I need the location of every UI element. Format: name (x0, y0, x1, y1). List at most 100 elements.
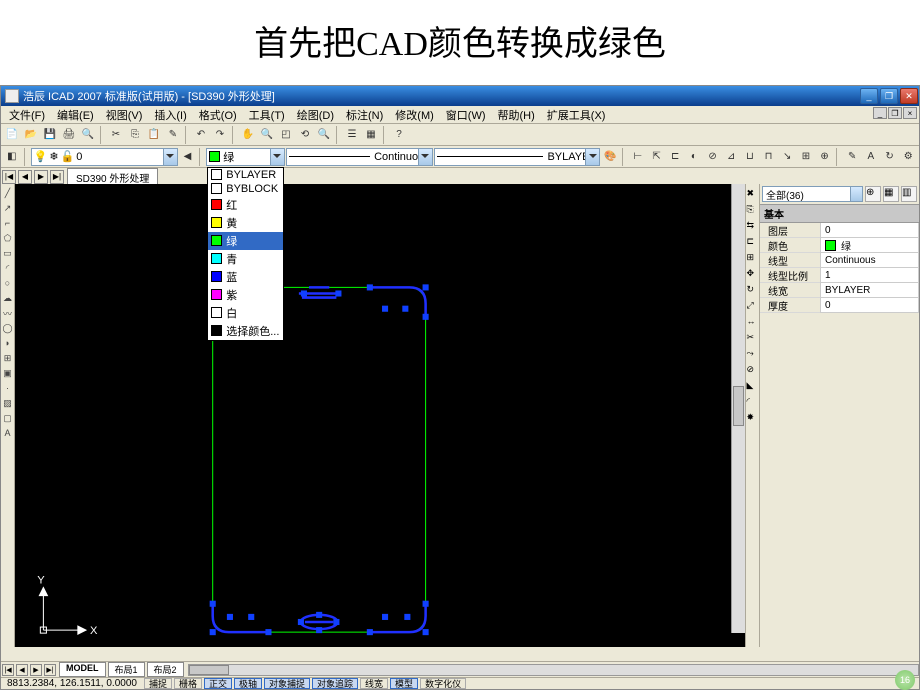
save-button[interactable]: 💾 (41, 126, 59, 144)
drawing-canvas[interactable]: X Y (15, 184, 745, 647)
mirror-button[interactable]: ⇆ (747, 220, 759, 234)
rotate-button[interactable]: ↻ (747, 284, 759, 298)
property-row[interactable]: 厚度0 (760, 298, 919, 313)
point-button[interactable]: · (2, 381, 14, 395)
color-dropdown[interactable]: 绿 BYLAYERBYBLOCK红黄绿青蓝紫白选择颜色... (206, 148, 284, 166)
print-button[interactable]: 🖨 (60, 126, 78, 144)
paste-button[interactable]: 📋 (145, 126, 163, 144)
offset-button[interactable]: ⊏ (747, 236, 759, 250)
color-option[interactable]: 紫 (208, 286, 282, 304)
chevron-down-icon[interactable] (270, 149, 284, 165)
property-value[interactable]: 绿 (820, 238, 919, 253)
chevron-down-icon[interactable] (418, 149, 432, 165)
zoom-button[interactable]: 🔍 (315, 126, 333, 144)
text-button[interactable]: A (2, 426, 14, 440)
maximize-button[interactable]: ❐ (880, 88, 898, 104)
color-option[interactable]: 绿 (208, 232, 282, 250)
dim-align-button[interactable]: ⇱ (648, 148, 666, 166)
chevron-down-icon[interactable] (585, 149, 599, 165)
xline-button[interactable]: ↗ (2, 201, 14, 215)
polygon-button[interactable]: ⬠ (2, 231, 14, 245)
color-option[interactable]: 黄 (208, 214, 282, 232)
vertical-scrollbar[interactable] (731, 184, 745, 633)
color-option[interactable]: BYLAYER (208, 168, 282, 182)
status-toggle[interactable]: 栅格 (174, 678, 202, 689)
stretch-button[interactable]: ↔ (747, 316, 759, 330)
dim-update-button[interactable]: ↻ (881, 148, 899, 166)
explode-button[interactable]: ✸ (747, 412, 759, 426)
spline-button[interactable]: 〰 (2, 306, 14, 320)
horizontal-scrollbar[interactable] (188, 664, 919, 676)
selection-dropdown[interactable]: 全部(36) (762, 186, 863, 202)
dim-edit-button[interactable]: ✎ (843, 148, 861, 166)
layout-tab[interactable]: 布局1 (108, 662, 145, 677)
layout-nav-last[interactable]: ▶| (44, 664, 56, 676)
tolerance-button[interactable]: ⊞ (797, 148, 815, 166)
minimize-button[interactable]: _ (860, 88, 878, 104)
property-value[interactable]: 0 (820, 223, 919, 238)
property-row[interactable]: 图层0 (760, 223, 919, 238)
dim-ord-button[interactable]: ⊏ (666, 148, 684, 166)
property-row[interactable]: 颜色绿 (760, 238, 919, 253)
scale-button[interactable]: ⤢ (747, 300, 759, 314)
match-button[interactable]: ✎ (164, 126, 182, 144)
dim-cont-button[interactable]: ⊓ (760, 148, 778, 166)
property-value[interactable]: 1 (820, 268, 919, 283)
layout-tab[interactable]: 布局2 (147, 662, 184, 677)
close-button[interactable]: ✕ (900, 88, 918, 104)
break-button[interactable]: ⊘ (747, 364, 759, 378)
rectangle-button[interactable]: ▭ (2, 246, 14, 260)
arc-button[interactable]: ◜ (2, 261, 14, 275)
tab-nav-first[interactable]: |◀ (2, 170, 16, 184)
circle-button[interactable]: ○ (2, 276, 14, 290)
quick-select-button[interactable]: ⊕ (865, 186, 881, 202)
insert-button[interactable]: ⊞ (2, 351, 14, 365)
help-button[interactable]: ? (390, 126, 408, 144)
menu-item[interactable]: 编辑(E) (51, 107, 100, 123)
line-button[interactable]: ╱ (2, 186, 14, 200)
region-button[interactable]: ▢ (2, 411, 14, 425)
color-option[interactable]: BYBLOCK (208, 182, 282, 196)
menu-item[interactable]: 文件(F) (3, 107, 51, 123)
menu-item[interactable]: 修改(M) (389, 107, 440, 123)
color-button[interactable]: 🎨 (601, 148, 619, 166)
doc-restore-button[interactable]: ❐ (888, 107, 902, 119)
hatch-button[interactable]: ▨ (2, 396, 14, 410)
revcloud-button[interactable]: ☁ (2, 291, 14, 305)
new-button[interactable]: 📄 (3, 126, 21, 144)
open-button[interactable]: 📂 (22, 126, 40, 144)
erase-button[interactable]: ✖ (747, 188, 759, 202)
property-row[interactable]: 线宽BYLAYER (760, 283, 919, 298)
dim-linear-button[interactable]: ⊢ (629, 148, 647, 166)
cut-button[interactable]: ✂ (107, 126, 125, 144)
color-option[interactable]: 红 (208, 196, 282, 214)
status-toggle[interactable]: 线宽 (360, 678, 388, 689)
design-center-button[interactable]: ▦ (362, 126, 380, 144)
color-option[interactable]: 白 (208, 304, 282, 322)
center-button[interactable]: ⊕ (816, 148, 834, 166)
status-toggle[interactable]: 正交 (204, 678, 232, 689)
array-button[interactable]: ⊞ (747, 252, 759, 266)
redo-button[interactable]: ↷ (211, 126, 229, 144)
toggle-pick-button[interactable]: ▥ (901, 186, 917, 202)
doc-minimize-button[interactable]: _ (873, 107, 887, 119)
layer-prev-button[interactable]: ◀ (179, 148, 197, 166)
dim-rad-button[interactable]: ◐ (685, 148, 703, 166)
menu-item[interactable]: 视图(V) (100, 107, 149, 123)
lineweight-dropdown[interactable]: BYLAYER (434, 148, 601, 166)
menu-item[interactable]: 窗口(W) (440, 107, 492, 123)
chevron-down-icon[interactable] (163, 149, 177, 165)
tab-nav-last[interactable]: ▶| (50, 170, 64, 184)
chamfer-button[interactable]: ◣ (747, 380, 759, 394)
leader-button[interactable]: ↘ (778, 148, 796, 166)
layout-nav-next[interactable]: ▶ (30, 664, 42, 676)
fillet-button[interactable]: ◜ (747, 396, 759, 410)
menu-item[interactable]: 绘图(D) (291, 107, 340, 123)
tab-nav-next[interactable]: ▶ (34, 170, 48, 184)
move-button[interactable]: ✥ (747, 268, 759, 282)
layout-nav-first[interactable]: |◀ (2, 664, 14, 676)
status-toggle[interactable]: 极轴 (234, 678, 262, 689)
color-option[interactable]: 选择颜色... (208, 322, 282, 340)
document-tab[interactable]: SD390 外形处理 (67, 168, 158, 186)
dim-ang-button[interactable]: ⊿ (722, 148, 740, 166)
